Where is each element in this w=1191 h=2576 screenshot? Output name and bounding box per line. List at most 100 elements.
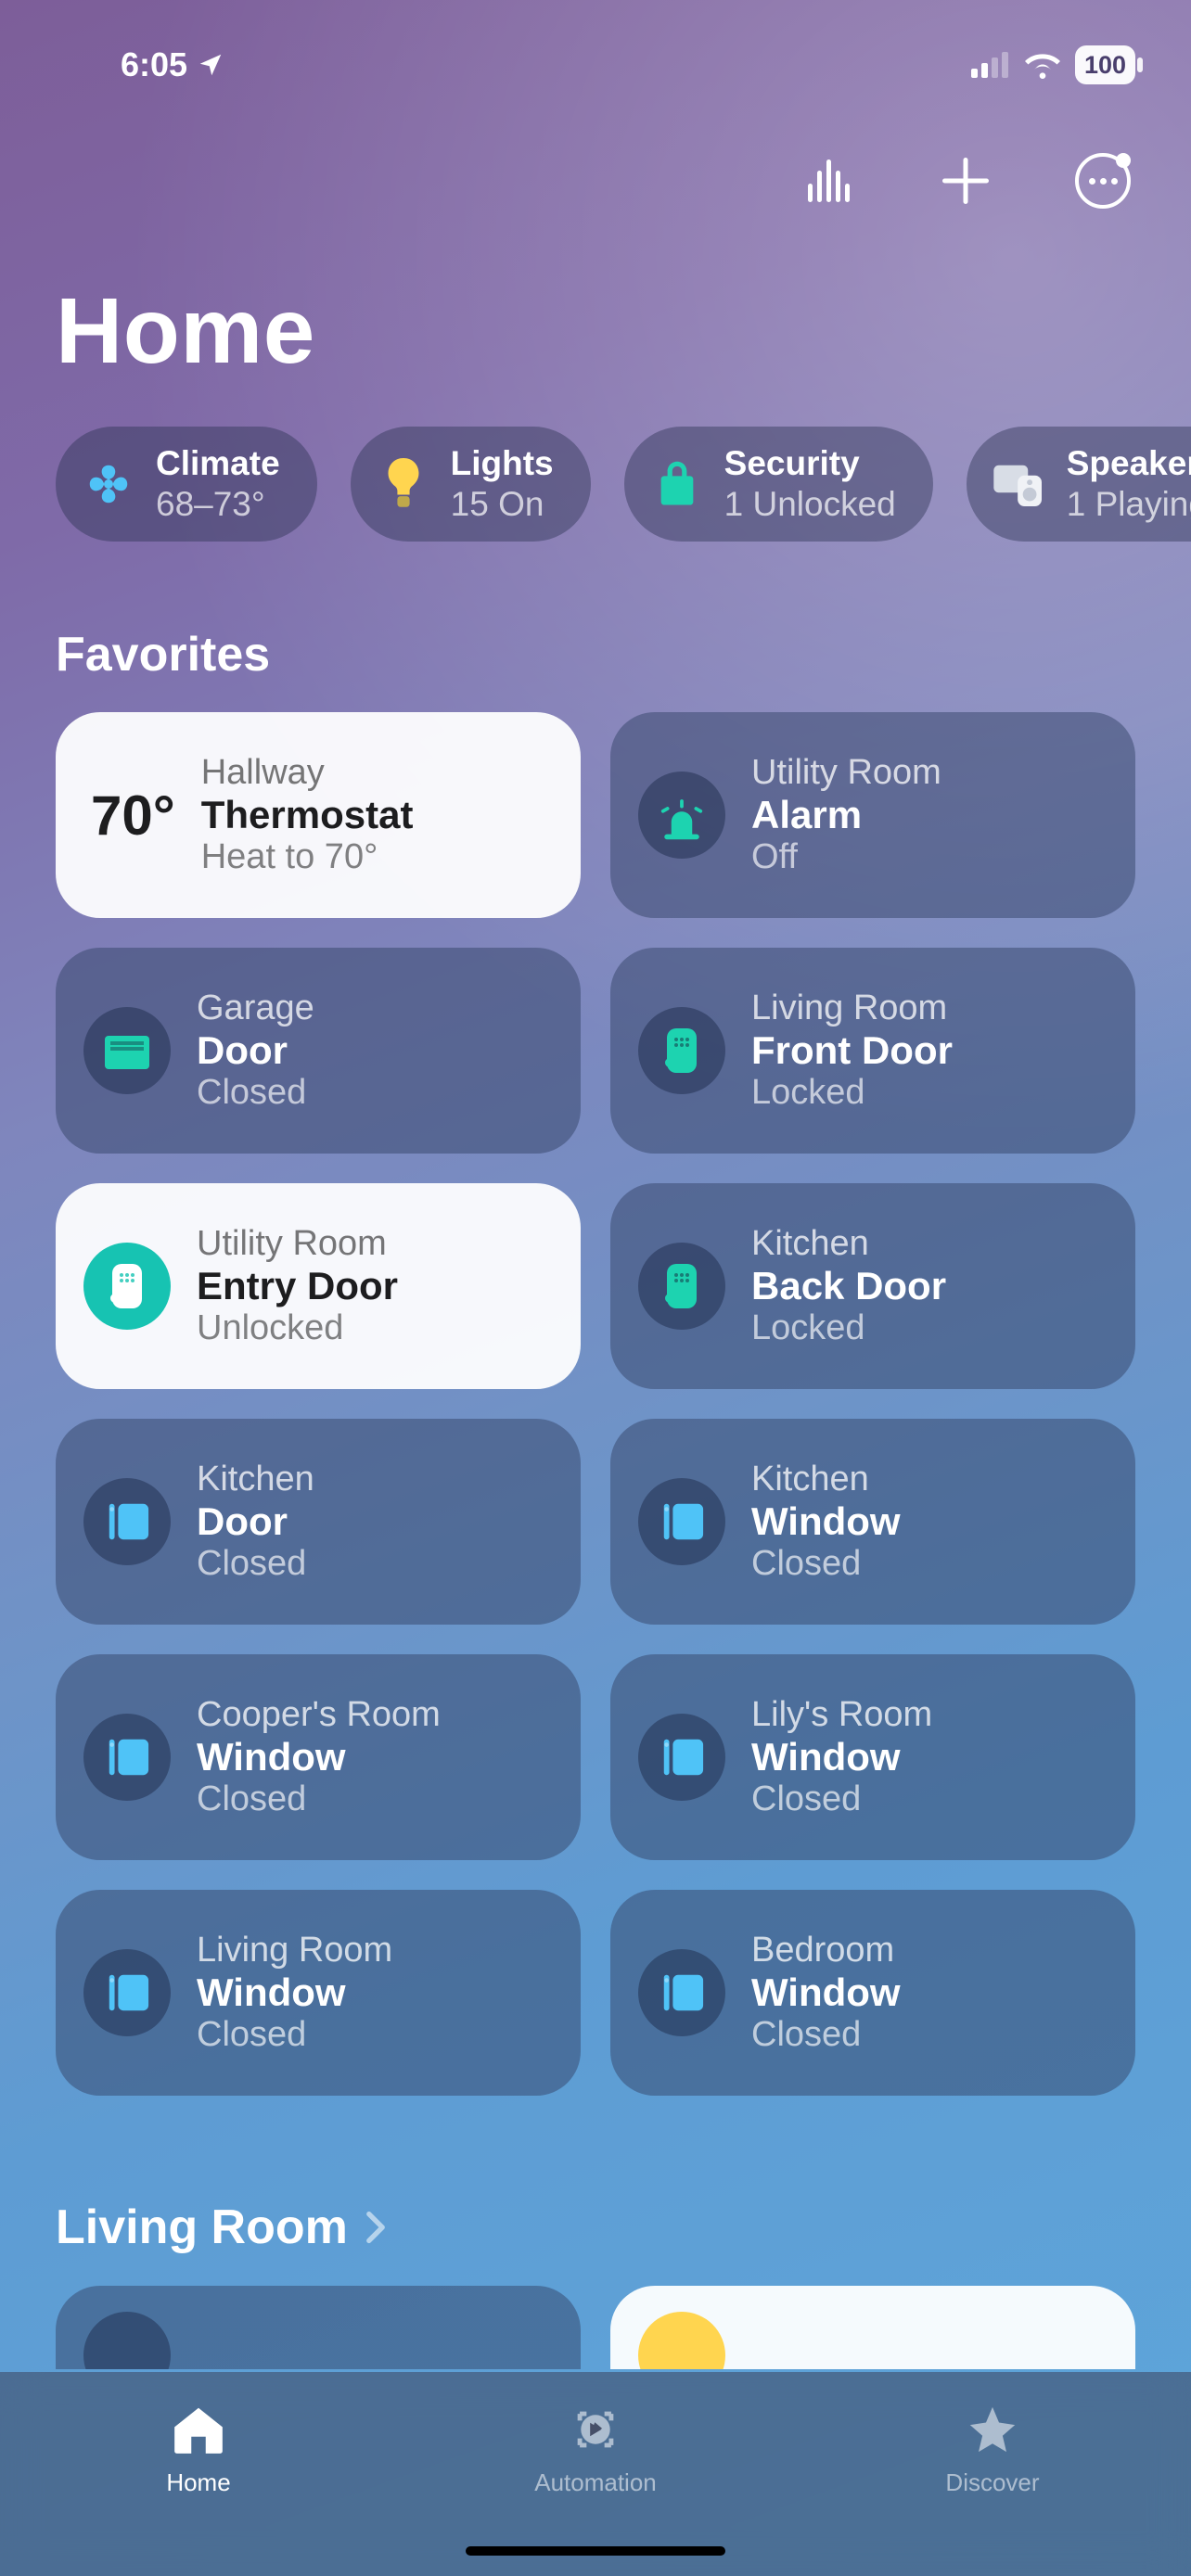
- tile-state: Unlocked: [197, 1308, 398, 1348]
- toolbar: [796, 148, 1135, 213]
- tile-back-door[interactable]: Kitchen Back Door Locked: [610, 1183, 1135, 1389]
- battery-indicator: 100: [1075, 45, 1135, 84]
- tab-label: Home: [166, 2468, 230, 2497]
- tile-name: Window: [197, 1970, 392, 2015]
- tile-room: Utility Room: [197, 1224, 398, 1264]
- lock-icon: [83, 1243, 171, 1330]
- automation-icon: [566, 2400, 625, 2459]
- lock-icon: [638, 1243, 725, 1330]
- contact-sensor-icon: [638, 1949, 725, 2036]
- status-time-area: 6:05: [121, 45, 224, 84]
- tile-name: Window: [751, 1970, 901, 2015]
- tile-name: Front Door: [751, 1028, 953, 1073]
- tile-room: Kitchen: [751, 1224, 946, 1264]
- tile-garage-door[interactable]: Garage Door Closed: [56, 948, 581, 1154]
- tile-name: Window: [751, 1735, 932, 1779]
- tile-bedroom-window[interactable]: Bedroom Window Closed: [610, 1890, 1135, 2096]
- tile-coopers-window[interactable]: Cooper's Room Window Closed: [56, 1654, 581, 1860]
- pill-label: Speakers: [1067, 443, 1191, 484]
- pill-sub: 1 Playing: [1067, 484, 1191, 525]
- contact-sensor-icon: [638, 1478, 725, 1565]
- home-icon: [169, 2400, 228, 2459]
- tile-name: Window: [751, 1499, 901, 1544]
- intercom-button[interactable]: [796, 148, 861, 213]
- tile-room: Living Room: [751, 988, 953, 1028]
- tile-room: Lily's Room: [751, 1695, 932, 1735]
- accessory-icon: [83, 2312, 171, 2369]
- tile-partial-right[interactable]: [610, 2286, 1135, 2369]
- tile-room: Utility Room: [751, 753, 941, 793]
- tile-state: Locked: [751, 1073, 953, 1113]
- tile-state: Closed: [751, 1544, 901, 1584]
- tab-bar: Home Automati: [0, 2372, 1191, 2576]
- tab-discover[interactable]: Discover: [796, 2400, 1189, 2497]
- page-title: Home: [56, 278, 315, 385]
- pill-speakers[interactable]: Speakers 1 Playing: [967, 427, 1191, 542]
- star-icon: [963, 2400, 1022, 2459]
- tile-thermostat[interactable]: 70° Hallway Thermostat Heat to 70°: [56, 712, 581, 918]
- tile-room: Bedroom: [751, 1931, 901, 1970]
- tab-label: Discover: [945, 2468, 1039, 2497]
- tile-room: Living Room: [197, 1931, 392, 1970]
- pill-security[interactable]: Security 1 Unlocked: [624, 427, 933, 542]
- bulb-icon: [377, 457, 430, 511]
- tile-state: Off: [751, 837, 941, 877]
- tile-lilys-window[interactable]: Lily's Room Window Closed: [610, 1654, 1135, 1860]
- pill-climate[interactable]: Climate 68–73°: [56, 427, 317, 542]
- tile-room: Hallway: [201, 753, 414, 793]
- home-indicator[interactable]: [466, 2546, 725, 2556]
- tab-label: Automation: [534, 2468, 657, 2497]
- lock-icon: [650, 457, 704, 511]
- tile-kitchen-door[interactable]: Kitchen Door Closed: [56, 1419, 581, 1625]
- status-time: 6:05: [121, 45, 187, 84]
- pill-label: Lights: [451, 443, 554, 484]
- contact-sensor-icon: [83, 1714, 171, 1801]
- favorites-grid: 70° Hallway Thermostat Heat to 70° Utili…: [56, 712, 1135, 2096]
- tab-home[interactable]: Home: [2, 2400, 395, 2497]
- tile-room: Garage: [197, 988, 314, 1028]
- living-room-grid: [56, 2286, 1135, 2369]
- pill-sub: 68–73°: [156, 484, 280, 525]
- tile-kitchen-window[interactable]: Kitchen Window Closed: [610, 1419, 1135, 1625]
- category-row[interactable]: Climate 68–73° Lights 15 On Security 1 U…: [56, 427, 1191, 542]
- pill-sub: 1 Unlocked: [724, 484, 896, 525]
- thermostat-icon: 70°: [83, 784, 175, 848]
- tile-partial-left[interactable]: [56, 2286, 581, 2369]
- battery-level: 100: [1084, 51, 1126, 80]
- favorites-title: Favorites: [56, 627, 270, 682]
- tile-state: Closed: [197, 2015, 392, 2055]
- favorites-header[interactable]: Favorites: [56, 627, 270, 682]
- pill-sub: 15 On: [451, 484, 554, 525]
- pill-lights[interactable]: Lights 15 On: [351, 427, 591, 542]
- add-button[interactable]: [933, 148, 998, 213]
- fan-icon: [82, 457, 135, 511]
- tile-room: Kitchen: [197, 1460, 314, 1499]
- plus-icon: [942, 158, 989, 204]
- tile-living-room-window[interactable]: Living Room Window Closed: [56, 1890, 581, 2096]
- cellular-icon: [971, 52, 1010, 78]
- tile-front-door[interactable]: Living Room Front Door Locked: [610, 948, 1135, 1154]
- status-right: 100: [971, 45, 1135, 84]
- living-room-header[interactable]: Living Room: [56, 2200, 387, 2255]
- tile-alarm[interactable]: Utility Room Alarm Off: [610, 712, 1135, 918]
- lock-icon: [638, 1007, 725, 1094]
- tile-name: Window: [197, 1735, 441, 1779]
- living-room-title: Living Room: [56, 2200, 348, 2255]
- chevron-right-icon: [365, 2211, 387, 2244]
- more-button[interactable]: [1070, 148, 1135, 213]
- tab-automation[interactable]: Automation: [399, 2400, 792, 2497]
- contact-sensor-icon: [83, 1949, 171, 2036]
- tile-name: Thermostat: [201, 793, 414, 837]
- tile-entry-door[interactable]: Utility Room Entry Door Unlocked: [56, 1183, 581, 1389]
- speaker-icon: [992, 457, 1046, 511]
- tile-state: Closed: [197, 1779, 441, 1819]
- tile-state: Heat to 70°: [201, 837, 414, 877]
- tile-state: Closed: [751, 2015, 901, 2055]
- status-bar: 6:05 100: [0, 0, 1191, 130]
- tile-name: Entry Door: [197, 1264, 398, 1308]
- tile-state: Locked: [751, 1308, 946, 1348]
- garage-icon: [83, 1007, 171, 1094]
- tile-state: Closed: [197, 1073, 314, 1113]
- accessory-icon: [638, 2312, 725, 2369]
- intercom-icon: [808, 159, 850, 202]
